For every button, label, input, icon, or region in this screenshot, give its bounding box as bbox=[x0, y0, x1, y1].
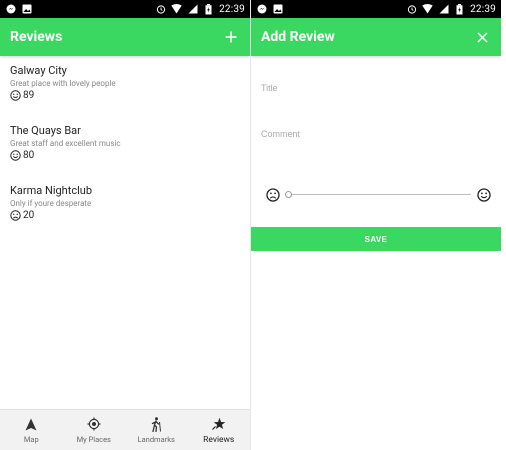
close-icon bbox=[476, 31, 488, 43]
slider-track[interactable] bbox=[286, 194, 471, 195]
review-score: 20 bbox=[23, 210, 35, 221]
nav-item-landmarks[interactable]: Landmarks bbox=[125, 410, 188, 450]
review-comment: Great staff and excellent music bbox=[10, 139, 121, 148]
happy-face-icon bbox=[477, 187, 491, 202]
nav-label: Reviews bbox=[203, 434, 235, 445]
bottom-navigation: Map My Places Landmarks Reviews bbox=[0, 409, 250, 450]
happy-face-icon bbox=[10, 150, 21, 161]
nav-label: Landmarks bbox=[137, 435, 175, 444]
battery-icon bbox=[203, 3, 214, 15]
review-score: 80 bbox=[23, 150, 35, 161]
app-bar: Reviews bbox=[0, 18, 250, 56]
slider-thumb[interactable] bbox=[285, 191, 292, 198]
review-title: Karma Nightclub bbox=[10, 184, 93, 197]
nav-item-reviews[interactable]: Reviews bbox=[188, 410, 251, 450]
comment-field-container bbox=[261, 102, 491, 148]
list-item[interactable]: Karma Nightclub Only if youre desperate … bbox=[10, 184, 240, 244]
close-button[interactable] bbox=[473, 28, 491, 46]
gallery-icon bbox=[272, 4, 283, 15]
title-field-container bbox=[261, 56, 491, 102]
nav-item-my-places[interactable]: My Places bbox=[63, 410, 126, 450]
rating-slider[interactable] bbox=[266, 187, 491, 203]
status-time: 22:39 bbox=[219, 3, 245, 15]
status-time: 22:39 bbox=[470, 3, 496, 15]
sad-face-icon bbox=[266, 187, 280, 202]
star-review-icon bbox=[211, 416, 227, 432]
app-bar: Add Review bbox=[251, 18, 501, 56]
add-review-screen: 22:39 Add Review SAVE bbox=[251, 0, 501, 450]
add-review-button[interactable] bbox=[222, 28, 240, 46]
gallery-icon bbox=[21, 4, 32, 15]
gps-target-icon bbox=[86, 416, 102, 432]
sad-face-icon bbox=[10, 210, 21, 221]
title-input[interactable] bbox=[261, 83, 491, 93]
messenger-icon bbox=[5, 4, 16, 15]
review-title: Galway City bbox=[10, 64, 67, 77]
hiker-icon bbox=[148, 416, 164, 432]
reviews-screen: 22:39 Reviews Galway City Great place wi… bbox=[0, 0, 250, 450]
messenger-icon bbox=[256, 4, 267, 15]
page-title: Reviews bbox=[10, 29, 63, 45]
nav-label: Map bbox=[23, 435, 39, 444]
review-title: The Quays Bar bbox=[10, 124, 81, 137]
add-review-form bbox=[251, 56, 501, 148]
signal-icon bbox=[187, 4, 198, 15]
nav-item-map[interactable]: Map bbox=[0, 410, 63, 450]
wifi-icon bbox=[422, 4, 433, 15]
review-score: 89 bbox=[23, 90, 35, 101]
reviews-list: Galway City Great place with lovely peop… bbox=[0, 56, 250, 244]
review-comment: Great place with lovely people bbox=[10, 79, 116, 88]
list-item[interactable]: Galway City Great place with lovely peop… bbox=[10, 64, 240, 124]
happy-face-icon bbox=[10, 90, 21, 101]
plus-icon bbox=[225, 31, 237, 43]
navigation-arrow-icon bbox=[23, 416, 39, 432]
status-bar: 22:39 bbox=[251, 0, 501, 18]
save-button[interactable]: SAVE bbox=[251, 227, 501, 251]
page-title: Add Review bbox=[261, 29, 335, 45]
nav-label: My Places bbox=[76, 435, 111, 444]
list-item[interactable]: The Quays Bar Great staff and excellent … bbox=[10, 124, 240, 184]
battery-icon bbox=[454, 3, 465, 15]
status-bar: 22:39 bbox=[0, 0, 250, 18]
comment-input[interactable] bbox=[261, 129, 491, 139]
alarm-icon bbox=[155, 4, 166, 15]
wifi-icon bbox=[171, 4, 182, 15]
alarm-icon bbox=[406, 4, 417, 15]
review-comment: Only if youre desperate bbox=[10, 199, 92, 208]
signal-icon bbox=[438, 4, 449, 15]
